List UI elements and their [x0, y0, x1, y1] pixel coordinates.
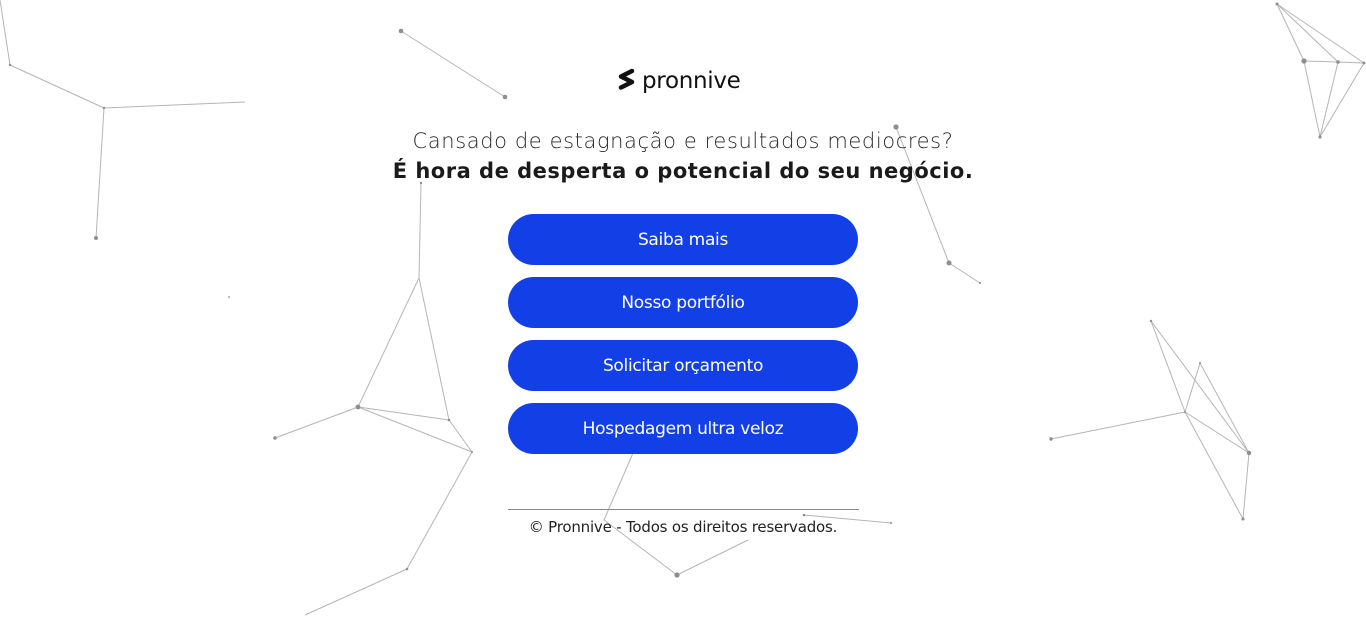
hero-line-2: É hora de desperta o potencial do seu ne… [392, 159, 974, 183]
hero-line-1: Cansado de estagnação e resultados medio… [412, 129, 954, 153]
brand-logo[interactable]: pronnive [616, 66, 741, 96]
brand-name: pronnive [642, 68, 741, 94]
footer-divider [508, 509, 859, 510]
landing-content: pronnive Cansado de estagnação e resulta… [0, 0, 1366, 617]
hospedagem-ultra-veloz-button[interactable]: Hospedagem ultra veloz [508, 403, 858, 454]
hero-tagline: Cansado de estagnação e resultados medio… [0, 126, 1366, 186]
solicitar-orcamento-button[interactable]: Solicitar orçamento [508, 340, 858, 391]
nosso-portfolio-button[interactable]: Nosso portfólio [508, 277, 858, 328]
footer-copyright: © Pronnive - Todos os direitos reservado… [528, 518, 838, 536]
saiba-mais-button[interactable]: Saiba mais [508, 214, 858, 265]
pronnive-s-mark-icon [616, 67, 637, 96]
